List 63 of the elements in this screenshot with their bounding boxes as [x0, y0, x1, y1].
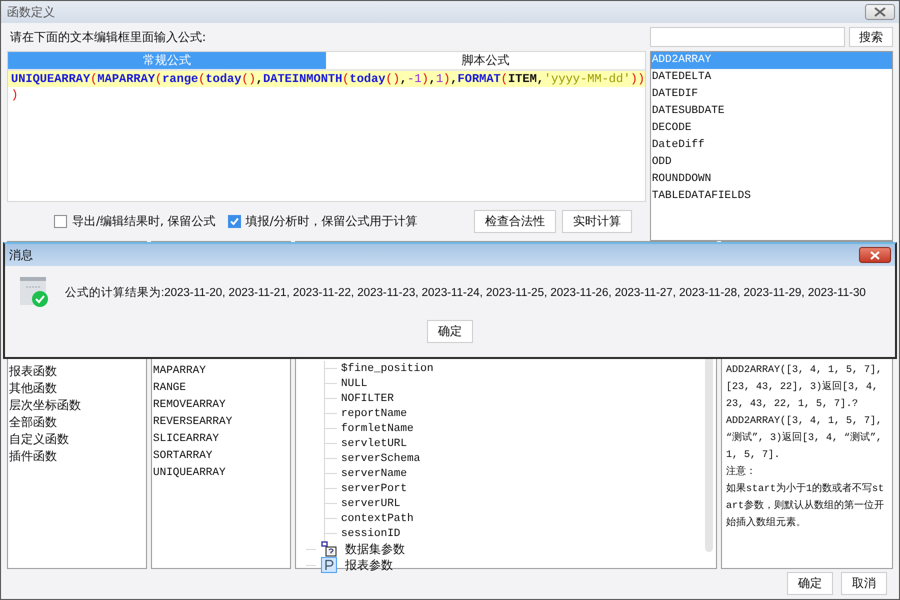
document-check-icon — [19, 276, 49, 308]
tree-leaf-label[interactable]: sessionID — [341, 528, 400, 540]
function-item[interactable]: UNIQUEARRAY — [152, 465, 290, 482]
category-item[interactable]: 自定义函数 — [8, 431, 146, 448]
parameter-icon — [321, 557, 337, 573]
tree-node-label[interactable]: 报表参数 — [345, 556, 393, 574]
tree-leaf-label[interactable]: serverSchema — [341, 452, 420, 464]
formula-editor[interactable]: 常规公式 脚本公式 UNIQUEARRAY(MAPARRAY(range(today(),DATEINMONTH(today(),-1),1),FORMAT(ITEM,'yyyy-MM-dd')) ) — [7, 51, 646, 202]
tree-leaf-label[interactable]: $fine_position — [341, 362, 434, 374]
category-item[interactable]: 其他函数 — [8, 380, 146, 397]
checkbox-label: 填报/分析时，保留公式用于计算 — [246, 212, 418, 230]
close-button[interactable] — [865, 4, 895, 20]
search-field[interactable] — [650, 27, 845, 47]
tree-leaf-label[interactable]: servletURL — [341, 438, 408, 450]
function-list-item[interactable]: ROUNDDOWN — [650, 171, 892, 188]
description-text: ADD2ARRAY([3, 4, 1, 5, 7], [23, 43, 22], 3)返回[3, 4, 23, 43, 22, 1, 5, 7].? — [726, 364, 884, 412]
window-title: 函数定义 — [7, 4, 55, 20]
checkbox[interactable] — [228, 214, 241, 228]
dialog-button[interactable]: 取消 — [841, 572, 887, 595]
tree-leaf-label[interactable]: formletName — [341, 422, 414, 434]
message-text: 公式的计算结果为:2023-11-20, 2023-11-21, 2023-11-22, 2023-11-23, 2023-11-24, 2023-11-25, 2023-11-26, 2023-11-27, 2023-11-28, 2023-11-29, 2023-11-30 — [65, 286, 866, 300]
function-item[interactable]: RANGE — [152, 380, 290, 397]
function-list-item[interactable]: TABLEDATAFIELDS — [650, 188, 892, 205]
tree-leaf-label[interactable]: NOFILTER — [341, 392, 394, 404]
description-text: 如果start为小于1的数或者不写start参数，则默认从数组的第一位开始插入数组元素。 — [726, 482, 886, 531]
description-text: 注意： — [726, 464, 757, 480]
close-button[interactable] — [859, 247, 891, 263]
dialog-button[interactable]: 确定 — [787, 572, 833, 595]
function-item[interactable]: MAPARRAY — [152, 363, 290, 380]
checkbox-label: 导出/编辑结果时, 保留公式 — [72, 212, 216, 230]
tree-leaf-label[interactable]: contextPath — [341, 512, 414, 524]
function-list-item[interactable]: DECODE — [650, 120, 892, 137]
category-item[interactable]: 全部函数 — [8, 414, 146, 431]
function-item[interactable]: SORTARRAY — [152, 448, 290, 465]
function-item[interactable]: SLICEARRAY — [152, 431, 290, 448]
category-item[interactable]: 层次坐标函数 — [8, 397, 146, 414]
function-list-item[interactable]: ODD — [650, 154, 892, 171]
tree-leaf-label[interactable]: serverName — [341, 468, 408, 480]
action-button[interactable]: 实时计算 — [562, 210, 632, 232]
dataset-icon — [321, 541, 337, 557]
ok-button[interactable]: 确定 — [427, 320, 473, 343]
editor-prompt: 请在下面的文本编辑框里面输入公式: — [9, 29, 208, 46]
action-button[interactable]: 检查合法性 — [474, 210, 556, 232]
function-item[interactable]: REMOVEARRAY — [152, 397, 290, 414]
description-text: ADD2ARRAY([3, 4, 1, 5, 7], “测试”, 3)返回[3, 4, “测试”, 1, 5, 7]. — [726, 414, 884, 463]
tree-leaf-label[interactable]: serverURL — [341, 498, 400, 510]
function-list-item[interactable]: DATESUBDATE — [650, 103, 892, 120]
dialog-title: 消息 — [9, 246, 33, 264]
search-button[interactable]: 搜索 — [849, 27, 893, 47]
tree-leaf-label[interactable]: reportName — [341, 408, 408, 420]
function-list-item[interactable]: DateDiff — [650, 137, 892, 154]
tree-leaf-label[interactable]: NULL — [341, 378, 368, 390]
checkbox[interactable] — [54, 214, 67, 228]
close-icon — [874, 7, 886, 17]
close-icon — [870, 250, 880, 260]
function-item[interactable]: REVERSEARRAY — [152, 414, 290, 431]
tree-leaf-label[interactable]: serverPort — [341, 482, 408, 494]
tree-node-label[interactable]: 数据集参数 — [345, 540, 405, 558]
function-list-item[interactable]: DATEDELTA — [650, 69, 892, 86]
category-item[interactable]: 报表函数 — [8, 363, 146, 380]
category-item[interactable]: 插件函数 — [8, 448, 146, 465]
function-list-item[interactable]: DATEDIF — [650, 86, 892, 103]
formula-line: ) — [10, 87, 20, 103]
